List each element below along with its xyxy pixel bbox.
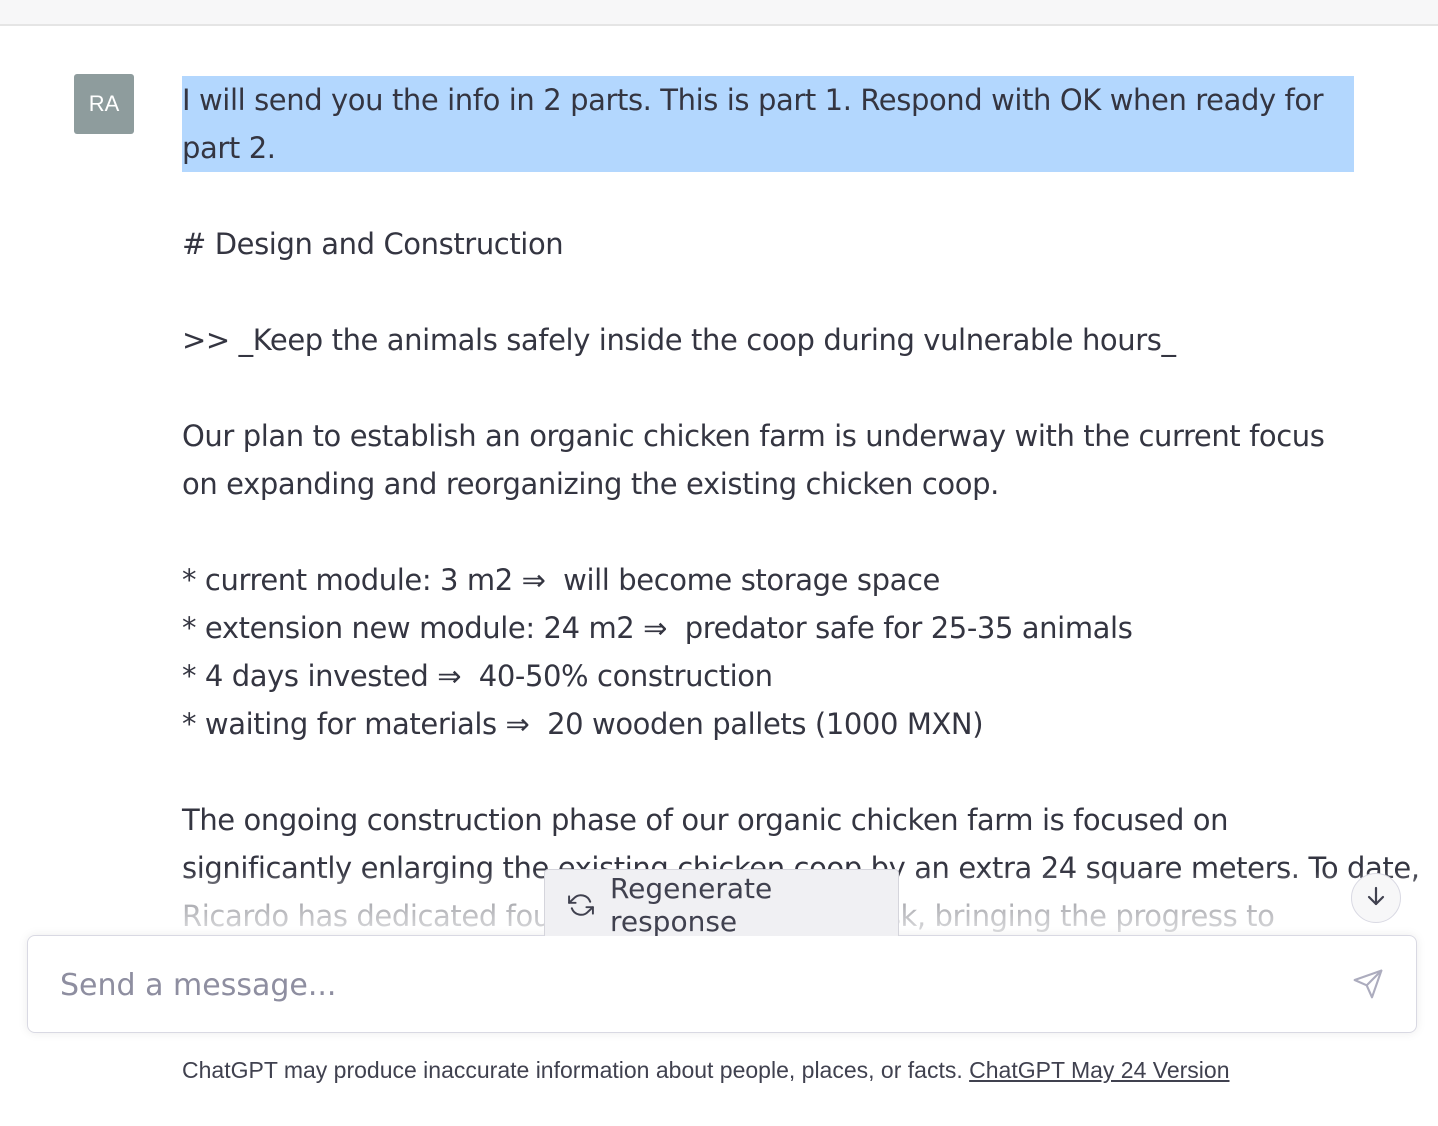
message-line: I will send you the info in 2 parts. Thi… [182,76,1354,124]
message-line: >> _Keep the animals safely inside the c… [182,323,1176,357]
arrow-down-icon [1364,884,1388,912]
version-link[interactable]: ChatGPT May 24 Version [969,1057,1229,1083]
message-line [182,748,1354,796]
footer-disclaimer: ChatGPT may produce inaccurate informati… [182,1057,1230,1084]
message-line: * 4 days invested ⇒ 40-50% construction [182,659,773,693]
message-line [182,268,1354,316]
message-line [182,364,1354,412]
message-line [182,172,1354,220]
message-line: on expanding and reorganizing the existi… [182,467,999,501]
message-input[interactable] [58,958,1322,1012]
message-line: part 2. [182,124,1354,172]
user-avatar: RA [74,74,134,134]
user-message: I will send you the info in 2 parts. Thi… [182,76,1420,936]
message-line: * extension new module: 24 m2 ⇒ predator… [182,611,1133,645]
message-line [182,508,1354,556]
scroll-to-bottom-button[interactable] [1351,873,1401,923]
send-button[interactable] [1348,966,1388,1006]
message-line: * current module: 3 m2 ⇒ will become sto… [182,563,940,597]
refresh-icon [567,890,596,920]
message-composer [27,935,1417,1033]
top-bar [0,0,1438,26]
avatar-initials: RA [88,91,120,116]
message-line: The ongoing construction phase of our or… [182,803,1229,837]
send-icon [1352,968,1384,1004]
regenerate-label: Regenerate response [609,872,773,936]
regenerate-response-button[interactable]: Regenerate response [544,869,899,936]
message-line: Our plan to establish an organic chicken… [182,419,1325,453]
message-line: * waiting for materials ⇒ 20 wooden pall… [182,707,984,741]
chat-area: RA I will send you the info in 2 parts. … [0,26,1438,936]
disclaimer-text: ChatGPT may produce inaccurate informati… [182,1057,963,1083]
message-line: # Design and Construction [182,227,564,261]
